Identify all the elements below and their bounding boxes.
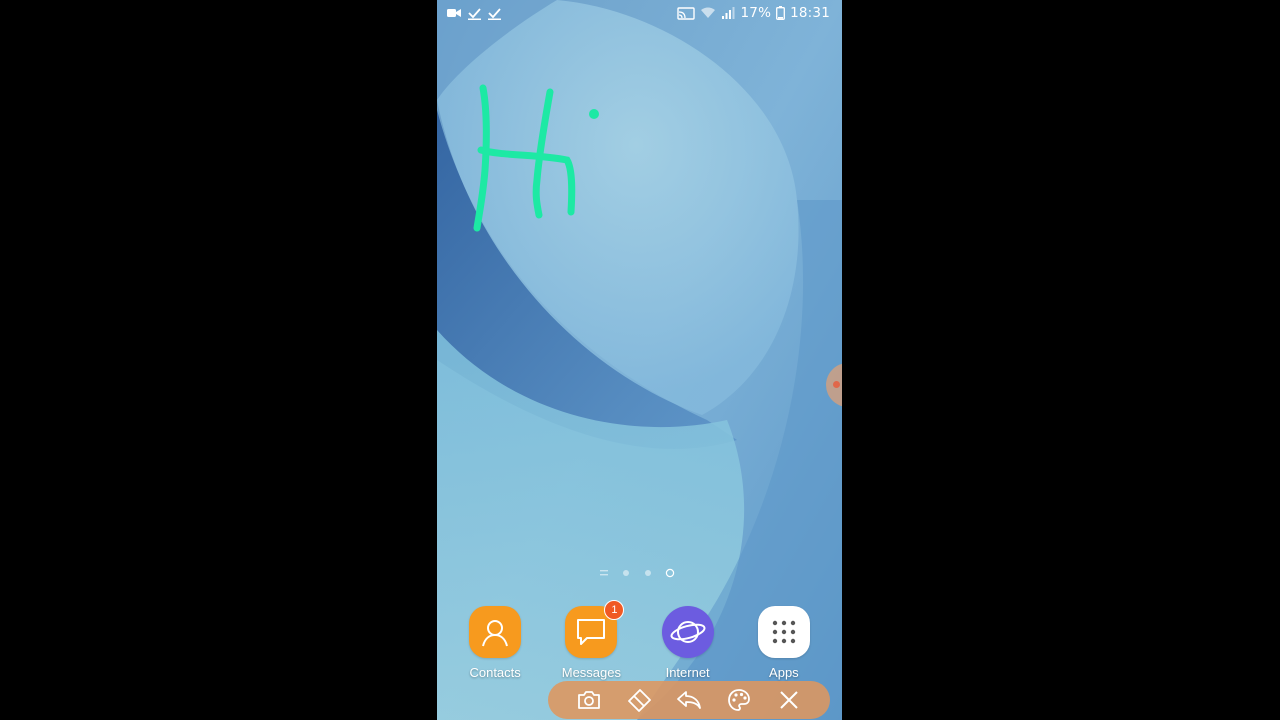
- contacts-app-icon[interactable]: [469, 606, 522, 658]
- messages-label: Messages: [561, 665, 621, 680]
- page-dot[interactable]: [641, 566, 655, 580]
- apps-grid-icon: [772, 620, 796, 644]
- check-icon: [467, 6, 481, 20]
- status-left-icons: [447, 6, 501, 20]
- camera-icon[interactable]: [574, 685, 604, 715]
- apps-label: Apps: [769, 665, 799, 680]
- dock-app-internet[interactable]: Internet: [640, 606, 736, 686]
- edge-handle-dot: [833, 381, 840, 388]
- palette-icon[interactable]: [724, 685, 754, 715]
- status-bar: 17% 18:31: [437, 0, 842, 28]
- page-indicator[interactable]: [597, 566, 677, 580]
- contacts-icon: [482, 620, 509, 647]
- page-dot-current[interactable]: [663, 566, 677, 580]
- page-dot[interactable]: [619, 566, 633, 580]
- handwritten-hi-doodle: [473, 84, 599, 232]
- battery-percent: 17%: [740, 5, 772, 21]
- internet-label: Internet: [665, 665, 710, 680]
- messages-icon: [577, 619, 606, 645]
- apps-app-icon[interactable]: [757, 606, 810, 658]
- internet-icon: [670, 621, 706, 643]
- status-right-icons: 17% 18:31: [677, 5, 830, 21]
- close-icon[interactable]: [774, 685, 804, 715]
- dock-app-messages[interactable]: 1 Messages: [543, 600, 639, 686]
- battery-icon: [776, 6, 786, 20]
- cast-icon: [677, 6, 696, 20]
- check-icon: [487, 6, 501, 20]
- page-indicator-menu[interactable]: [597, 566, 611, 580]
- dock-app-apps[interactable]: Apps: [736, 606, 832, 686]
- wifi-icon: [700, 6, 716, 20]
- messages-app-icon[interactable]: 1: [565, 600, 625, 658]
- drawing-toolbar: [548, 681, 830, 719]
- dock: Contacts 1 Messages Internet Apps: [437, 600, 842, 686]
- undo-icon[interactable]: [674, 685, 704, 715]
- eraser-icon[interactable]: [624, 685, 654, 715]
- clock: 18:31: [790, 5, 830, 21]
- internet-app-icon[interactable]: [661, 606, 714, 658]
- contacts-label: Contacts: [469, 665, 521, 680]
- video-camera-icon: [447, 6, 461, 20]
- left-letterbox: [0, 0, 437, 720]
- right-letterbox: [842, 0, 1280, 720]
- dock-app-contacts[interactable]: Contacts: [447, 606, 543, 686]
- notification-badge: 1: [604, 600, 625, 620]
- phone-screen: 17% 18:31 Contacts 1 Messages Internet A…: [437, 0, 842, 720]
- signal-icon: [721, 6, 735, 20]
